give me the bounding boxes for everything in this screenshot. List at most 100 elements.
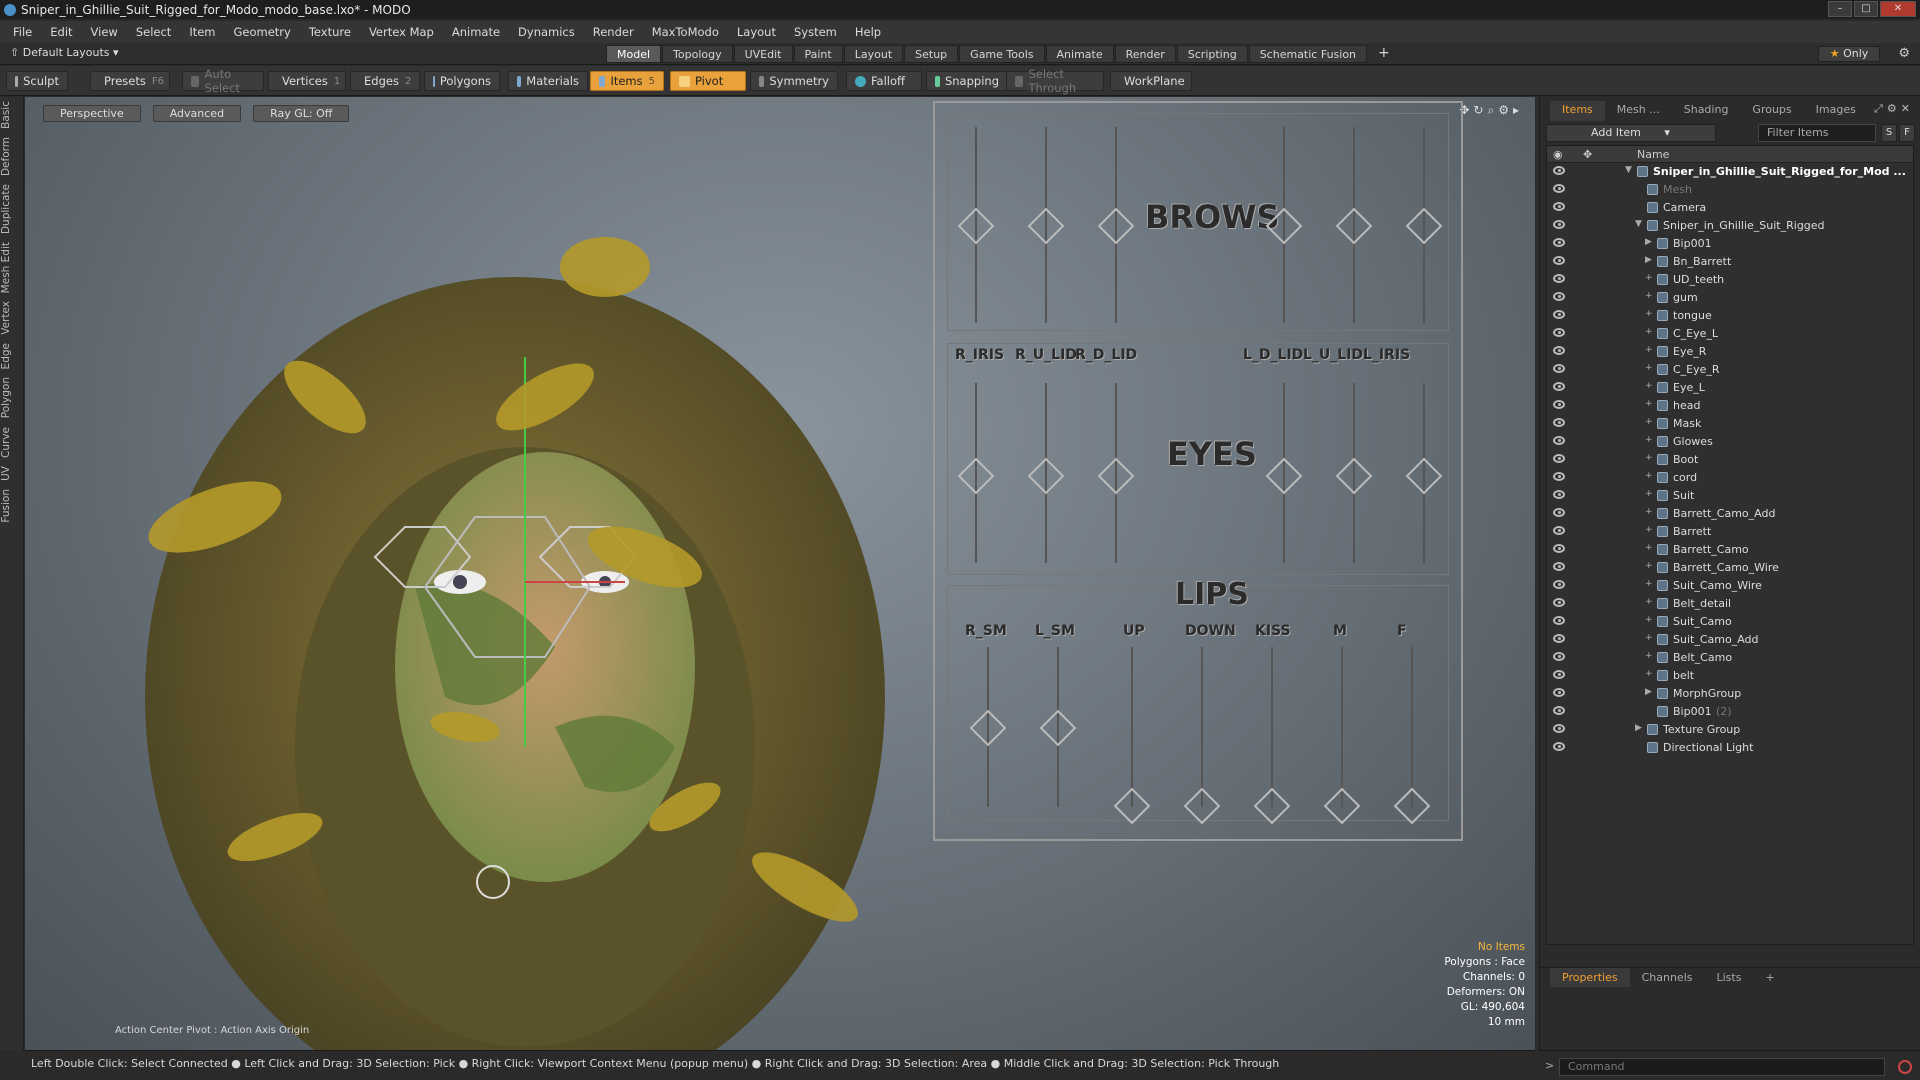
- item-row[interactable]: + cord: [1547, 469, 1913, 487]
- vertices-button[interactable]: Vertices 1: [268, 71, 346, 91]
- expand-plus-icon[interactable]: +: [1645, 543, 1653, 553]
- expand-plus-icon[interactable]: +: [1645, 489, 1653, 499]
- select-through-button[interactable]: Select Through: [1006, 67, 1104, 95]
- menu-layout[interactable]: Layout: [728, 25, 785, 39]
- menu-dynamics[interactable]: Dynamics: [509, 25, 584, 39]
- item-row[interactable]: ▶ Bn_Barrett: [1547, 253, 1913, 271]
- item-row[interactable]: + belt: [1547, 667, 1913, 685]
- visibility-eye-icon[interactable]: [1553, 364, 1565, 373]
- expand-plus-icon[interactable]: +: [1645, 273, 1653, 283]
- menu-help[interactable]: Help: [846, 25, 890, 39]
- stop-icon[interactable]: [1898, 1060, 1912, 1074]
- item-row[interactable]: + Suit_Camo: [1547, 613, 1913, 631]
- expand-plus-icon[interactable]: +: [1645, 291, 1653, 301]
- left-tab-uv[interactable]: UV: [0, 462, 24, 485]
- tab-animate[interactable]: Animate: [1045, 45, 1114, 63]
- expand-plus-icon[interactable]: +: [1645, 633, 1653, 643]
- visibility-eye-icon[interactable]: [1553, 436, 1565, 445]
- tab-game-tools[interactable]: Game Tools: [959, 45, 1045, 63]
- visibility-eye-icon[interactable]: [1553, 490, 1565, 499]
- expand-plus-icon[interactable]: +: [1645, 561, 1653, 571]
- twirl-arrow-icon[interactable]: ▼: [1635, 219, 1642, 229]
- left-tab-mesh-edit[interactable]: Mesh Edit: [0, 238, 24, 297]
- visibility-eye-icon[interactable]: [1553, 706, 1565, 715]
- tab-render[interactable]: Render: [1114, 45, 1176, 63]
- item-row[interactable]: + Belt_detail: [1547, 595, 1913, 613]
- menu-select[interactable]: Select: [127, 25, 180, 39]
- visibility-eye-icon[interactable]: [1553, 616, 1565, 625]
- lip-slider[interactable]: [1201, 647, 1203, 807]
- menu-edit[interactable]: Edit: [41, 25, 81, 39]
- visibility-eye-icon[interactable]: [1553, 544, 1565, 553]
- bottom-tab-[interactable]: +: [1753, 968, 1786, 987]
- visibility-eye-icon[interactable]: [1553, 526, 1565, 535]
- left-tab-polygon[interactable]: Polygon: [0, 373, 24, 422]
- tab-scripting[interactable]: Scripting: [1176, 45, 1248, 63]
- visibility-eye-icon[interactable]: [1553, 292, 1565, 301]
- item-row[interactable]: Directional Light: [1547, 739, 1913, 757]
- filter-items-input[interactable]: Filter Items: [1758, 124, 1876, 142]
- visibility-eye-icon[interactable]: [1553, 454, 1565, 463]
- item-row[interactable]: + Barrett_Camo: [1547, 541, 1913, 559]
- visibility-eye-icon[interactable]: [1553, 598, 1565, 607]
- visibility-eye-icon[interactable]: [1553, 310, 1565, 319]
- symmetry-button[interactable]: Symmetry: [750, 71, 838, 91]
- add-tab-icon[interactable]: +: [1368, 45, 1400, 63]
- menu-item[interactable]: Item: [180, 25, 224, 39]
- falloff-button[interactable]: Falloff: [846, 71, 922, 91]
- item-row[interactable]: + UD_teeth: [1547, 271, 1913, 289]
- auto-select-button[interactable]: Auto Select: [182, 67, 264, 95]
- menu-vertex-map[interactable]: Vertex Map: [360, 25, 443, 39]
- left-tab-deform[interactable]: Deform: [0, 133, 24, 180]
- item-row[interactable]: ▼ Sniper_in_Ghillie_Suit_Rigged_for_Mod .…: [1547, 163, 1913, 181]
- visibility-eye-icon[interactable]: [1553, 724, 1565, 733]
- bottom-tab-properties[interactable]: Properties: [1550, 968, 1630, 987]
- item-row[interactable]: + Belt_Camo: [1547, 649, 1913, 667]
- lip-slider[interactable]: [1131, 647, 1133, 807]
- expand-plus-icon[interactable]: +: [1645, 597, 1653, 607]
- viewport-ray-gl-off-button[interactable]: Ray GL: Off: [253, 105, 350, 122]
- menu-system[interactable]: System: [785, 25, 846, 39]
- item-row[interactable]: Mesh: [1547, 181, 1913, 199]
- item-row[interactable]: + Barrett_Camo_Wire: [1547, 559, 1913, 577]
- expand-plus-icon[interactable]: +: [1645, 309, 1653, 319]
- item-row[interactable]: ▼ Sniper_in_Ghillie_Suit_Rigged: [1547, 217, 1913, 235]
- visibility-eye-icon[interactable]: [1553, 202, 1565, 211]
- lip-slider[interactable]: [1341, 647, 1343, 807]
- item-row[interactable]: Bip001 (2): [1547, 703, 1913, 721]
- menu-file[interactable]: File: [4, 25, 41, 39]
- tab-topology[interactable]: Topology: [662, 45, 733, 63]
- viewport-advanced-button[interactable]: Advanced: [152, 105, 242, 122]
- visibility-eye-icon[interactable]: [1553, 472, 1565, 481]
- pivot-button[interactable]: Pivot: [670, 71, 746, 91]
- expand-plus-icon[interactable]: +: [1645, 381, 1653, 391]
- panel-options-icons[interactable]: ⤢⚙✕: [1874, 102, 1914, 116]
- menu-geometry[interactable]: Geometry: [225, 25, 300, 39]
- left-tab-duplicate[interactable]: Duplicate: [0, 180, 24, 238]
- tab-setup[interactable]: Setup: [904, 45, 959, 63]
- expand-plus-icon[interactable]: +: [1645, 579, 1653, 589]
- expand-plus-icon[interactable]: +: [1645, 363, 1653, 373]
- visibility-eye-icon[interactable]: [1553, 400, 1565, 409]
- item-list[interactable]: ◉ ✥ Name ▼ Sniper_in_Ghillie_Suit_Rigged_…: [1546, 145, 1914, 945]
- expand-plus-icon[interactable]: +: [1645, 615, 1653, 625]
- expand-plus-icon[interactable]: +: [1645, 525, 1653, 535]
- visibility-eye-icon[interactable]: [1553, 634, 1565, 643]
- panel-tab-images[interactable]: Images: [1804, 101, 1868, 121]
- panel-tab-groups[interactable]: Groups: [1740, 101, 1803, 121]
- visibility-eye-icon[interactable]: [1553, 220, 1565, 229]
- visibility-eye-icon[interactable]: [1553, 742, 1565, 751]
- edges-button[interactable]: Edges 2: [350, 71, 420, 91]
- item-row[interactable]: + Eye_R: [1547, 343, 1913, 361]
- item-row[interactable]: ▶ Texture Group: [1547, 721, 1913, 739]
- tab-model[interactable]: Model: [606, 45, 662, 63]
- item-row[interactable]: + Glowes: [1547, 433, 1913, 451]
- visibility-eye-icon[interactable]: [1553, 166, 1565, 175]
- character-model[interactable]: [85, 227, 985, 1050]
- layout-selector[interactable]: ⇧ Default Layouts ▾: [10, 46, 119, 59]
- bottom-tab-lists[interactable]: Lists: [1705, 968, 1754, 987]
- twirl-arrow-icon[interactable]: ▶: [1645, 237, 1652, 247]
- visibility-eye-icon[interactable]: [1553, 238, 1565, 247]
- left-tab-edge[interactable]: Edge: [0, 339, 24, 373]
- tab-schematic-fusion[interactable]: Schematic Fusion: [1248, 45, 1368, 63]
